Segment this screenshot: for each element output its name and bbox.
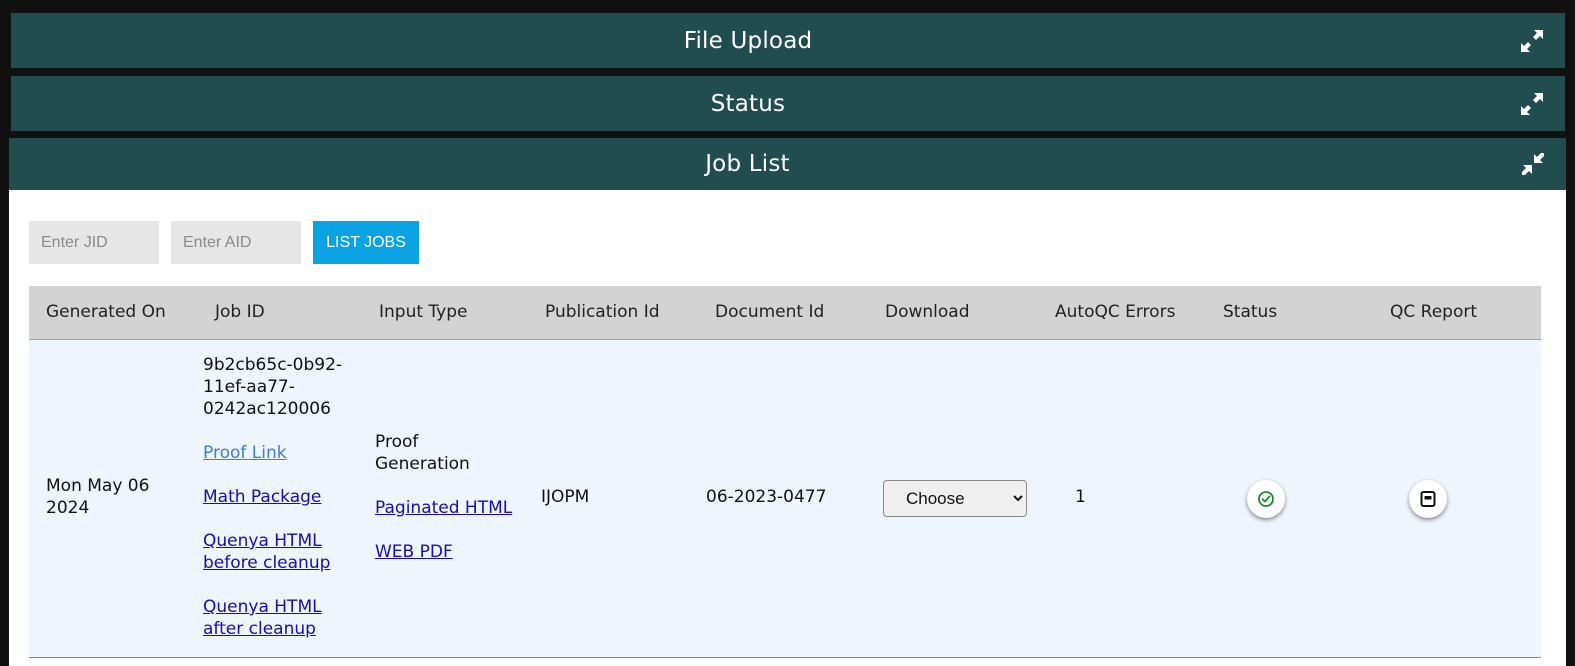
file-upload-panel-header[interactable]: File Upload [11,13,1565,68]
job-list-title: Job List [705,151,790,177]
jid-input[interactable] [29,221,159,264]
file-upload-title: File Upload [683,27,813,54]
table-row: Mon May 06 2024 9b2cb65c-0b92- 11ef-aa77-… [29,340,1541,658]
autoqc-errors-cell: 1 [1075,487,1086,507]
report-icon [1420,491,1436,507]
quenya-html-before-cleanup-link[interactable]: Quenya HTML before cleanup [203,530,333,574]
status-button[interactable] [1247,480,1285,518]
quenya-html-after-cleanup-link[interactable]: Quenya HTML after cleanup [203,596,333,640]
table-header: Generated On Job ID Input Type Publicati… [29,286,1541,340]
list-jobs-button[interactable]: LIST JOBS [313,221,419,264]
collapse-icon[interactable] [1520,151,1546,177]
publication-id-cell: IJOPM [541,487,590,507]
column-header-job-id: Job ID [215,302,265,322]
column-header-autoqc-errors: AutoQC Errors [1055,302,1176,322]
document-id-cell: 06-2023-0477 [706,487,827,507]
column-header-status: Status [1223,302,1278,322]
aid-input[interactable] [171,221,301,264]
column-header-download: Download [885,302,970,322]
job-id-cell: 9b2cb65c-0b92- 11ef-aa77- 0242ac120006 [203,354,353,420]
column-header-document-id: Document Id [715,302,825,322]
job-id-value: 9b2cb65c-0b92- 11ef-aa77- 0242ac120006 [203,355,343,419]
job-list-panel-header[interactable]: Job List [9,138,1566,190]
column-header-generated-on: Generated On [46,302,166,322]
status-title: Status [710,90,786,117]
generated-on-cell: Mon May 06 2024 [46,476,150,518]
expand-icon[interactable] [1519,28,1545,54]
column-header-publication-id: Publication Id [545,302,660,322]
qc-report-button[interactable] [1409,480,1447,518]
job-list-content: LIST JOBS Generated On Job ID Input Type… [9,190,1566,666]
status-panel-header[interactable]: Status [11,76,1565,131]
column-header-input-type: Input Type [379,302,468,322]
column-header-qc-report: QC Report [1390,302,1478,322]
math-package-link[interactable]: Math Package [203,486,321,508]
download-select[interactable]: Choose [883,480,1027,517]
check-circle-icon [1258,491,1274,507]
proof-link[interactable]: Proof Link [203,442,287,464]
input-type-cell: Proof Generation [375,432,470,474]
paginated-html-link[interactable]: Paginated HTML [375,497,512,519]
web-pdf-link[interactable]: WEB PDF [375,541,453,563]
expand-icon[interactable] [1519,91,1545,117]
